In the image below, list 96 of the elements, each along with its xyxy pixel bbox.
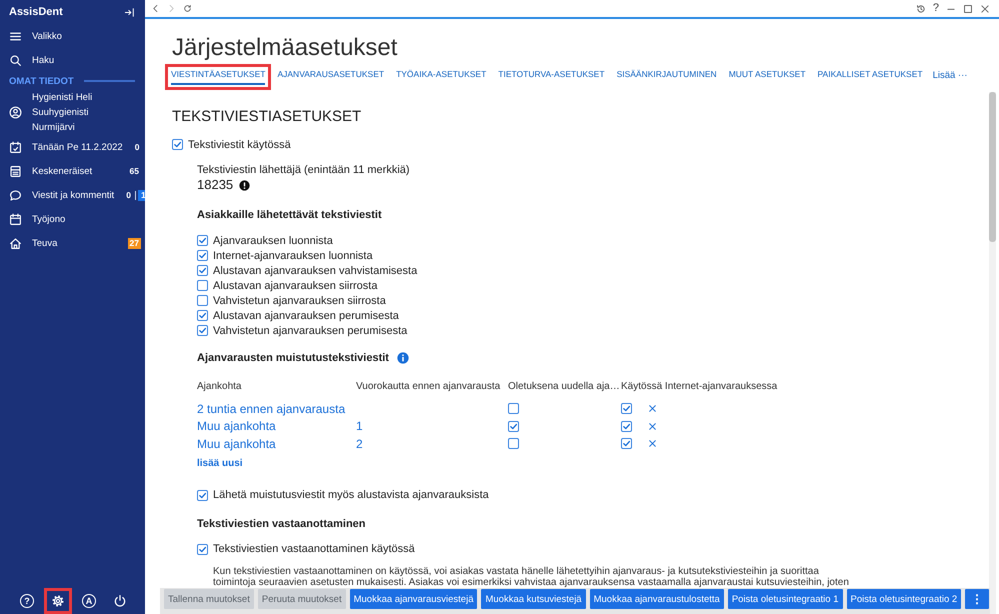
back-icon[interactable] — [151, 4, 160, 13]
alert-icon — [239, 180, 250, 190]
subsection-heading: Ajanvarausten muistutustekstiviestit — [197, 351, 389, 365]
checkbox-label: Internet-ajanvarauksen luonnista — [213, 250, 373, 262]
page-title: Järjestelmäasetukset — [172, 34, 398, 62]
count-label: 0 — [125, 190, 132, 200]
subsection-heading: Asiakkaille lähetettävät tekstiviestit — [197, 208, 382, 222]
help-button[interactable]: ? — [20, 594, 34, 608]
table-cell: 1 — [356, 419, 363, 434]
checkbox[interactable] — [197, 490, 208, 500]
menu-icon — [9, 30, 22, 42]
field-value: 18235 — [197, 177, 234, 193]
refresh-icon[interactable] — [183, 4, 192, 13]
count-label: 65 — [128, 166, 140, 176]
maximize-icon[interactable] — [963, 4, 973, 14]
checkbox[interactable] — [197, 295, 208, 306]
checkbox[interactable] — [197, 235, 208, 246]
sidebar-item[interactable]: Työjono — [0, 207, 145, 231]
tab[interactable]: AJANVARAUSASETUKSET — [277, 68, 384, 85]
checkbox[interactable] — [197, 250, 208, 261]
profile-item[interactable]: Hygienisti Heli Suuhygienisti Nurmijärvi — [0, 90, 145, 135]
delete-icon[interactable] — [648, 422, 657, 431]
more-tabs-link[interactable]: Lisää ··· — [928, 70, 968, 84]
delete-icon[interactable] — [648, 404, 657, 414]
tab[interactable]: VIESTINTÄASETUKSET — [171, 68, 266, 85]
delete-icon[interactable] — [648, 439, 657, 448]
checkbox-label: Alustavan ajanvarauksen vahvistamisesta — [213, 264, 418, 276]
checkbox-label: Tekstiviestit käytössä — [188, 138, 291, 150]
help-button[interactable]: ? — [932, 3, 939, 14]
checkbox[interactable] — [621, 420, 632, 432]
more-button[interactable]: ⋮ — [965, 589, 990, 609]
speech-bubble-icon — [9, 188, 22, 202]
checkbox-label: Tekstiviestien vastaanottaminen käytössä — [213, 543, 415, 555]
search-icon — [9, 54, 22, 66]
section-title: OMAT TIEDOT — [9, 76, 74, 86]
add-link[interactable]: lisää uusi — [197, 458, 243, 468]
document-icon — [9, 164, 22, 178]
action-button[interactable]: Muokkaa kutsuviestejä — [481, 589, 586, 609]
link[interactable]: Muu ajankohta — [197, 419, 276, 434]
close-icon[interactable] — [980, 4, 990, 14]
section-heading: TEKSTIVIESTIASETUKSET — [172, 108, 362, 126]
tab[interactable]: TYÖAIKA-ASETUKSET — [396, 68, 486, 85]
sidebar-item[interactable]: Keskeneräiset 65 — [0, 159, 145, 183]
history-icon[interactable] — [916, 4, 926, 14]
sidebar-item[interactable]: Haku — [0, 48, 145, 72]
app-name: AssisDent — [9, 6, 63, 18]
link[interactable]: Muu ajankohta — [197, 436, 276, 451]
table-cell: 2 — [356, 436, 363, 451]
sidebar-item[interactable]: Valikko — [0, 24, 145, 48]
action-button[interactable]: Poista oletusintegraatio 1 — [728, 589, 842, 609]
column-header: Vuorokautta ennen ajanvarausta — [356, 380, 502, 394]
column-header: Oletuksena uudella aja… — [508, 380, 621, 394]
description-text: Kun tekstiviestien vastaanottaminen on käytössä, voi asiakas vastata hänelle lähetettyihin ajanvaraus- ja kutsutekstiviesteihin ja suorittaa toimintoja seuraavien asetusten mukaisesti. Asiakas voi esimerkiksi vahvistaa ajanvarauksensa vastaamalla ajanvaraustai kutsuviesteihin, joten — [213, 566, 850, 588]
settings-icon[interactable] — [51, 594, 65, 608]
letter-button[interactable]: A — [82, 594, 96, 608]
column-header: Käytössä Internet-ajanvarauksessa — [621, 380, 778, 394]
checkbox[interactable] — [197, 325, 208, 336]
calendar-check-icon — [9, 140, 22, 154]
action-button[interactable]: Muokkaa ajanvarausviestejä — [350, 589, 478, 609]
checkbox[interactable] — [197, 544, 208, 554]
checkbox-label: Ajanvarauksen luonnista — [213, 234, 333, 246]
count-badge: 27 — [128, 238, 141, 248]
subsection-heading: Tekstiviestien vastaanottaminen — [197, 516, 366, 530]
column-header: Ajankohta — [197, 380, 242, 394]
checkbox[interactable] — [508, 438, 519, 450]
checkbox[interactable] — [197, 310, 208, 321]
checkbox[interactable] — [197, 280, 208, 291]
link[interactable]: 2 tuntia ennen ajanvarausta — [197, 402, 346, 416]
field-label: Tekstiviestin lähettäjä (enintään 11 merkkiä) — [197, 163, 411, 177]
power-icon[interactable] — [113, 594, 127, 608]
sidebar-item[interactable]: Teuva 27 — [0, 231, 145, 255]
checkbox-label: Vahvistetun ajanvarauksen perumisesta — [213, 324, 408, 336]
checkbox[interactable] — [197, 265, 208, 276]
action-button[interactable]: Poista oletusintegraatio 2 — [846, 589, 962, 609]
tab[interactable]: TIETOTURVA-ASETUKSET — [498, 68, 605, 85]
checkbox-label: Vahvistetun ajanvarauksen siirrosta — [213, 294, 386, 306]
checkbox-label: Alustavan ajanvarauksen perumisesta — [213, 310, 399, 322]
checkbox[interactable] — [172, 139, 183, 150]
count-label: 0 — [134, 142, 140, 152]
checkbox[interactable] — [508, 403, 519, 414]
checkbox-label: Alustavan ajanvarauksen siirrosta — [213, 280, 378, 292]
checkbox[interactable] — [621, 438, 632, 450]
tab[interactable]: PAIKALLISET ASETUKSET — [818, 68, 923, 85]
checkbox-label: Lähetä muistutusviestit myös alustavista ajanvarauksista — [213, 489, 489, 501]
sidebar-item[interactable]: Tänään Pe 11.2.2022 0 — [0, 135, 145, 159]
action-button[interactable]: Muokkaa ajanvaraustulostetta — [590, 589, 724, 609]
calendar-icon — [9, 212, 22, 226]
home-icon — [9, 236, 22, 250]
scrollbar[interactable] — [989, 92, 996, 614]
collapse-icon[interactable] — [124, 6, 135, 18]
tab[interactable]: MUUT ASETUKSET — [728, 68, 806, 85]
checkbox[interactable] — [621, 403, 632, 414]
checkbox[interactable] — [508, 420, 519, 432]
user-icon — [9, 106, 22, 119]
tab[interactable]: SISÄÄNKIRJAUTUMINEN — [616, 68, 717, 85]
info-icon[interactable] — [396, 352, 409, 364]
